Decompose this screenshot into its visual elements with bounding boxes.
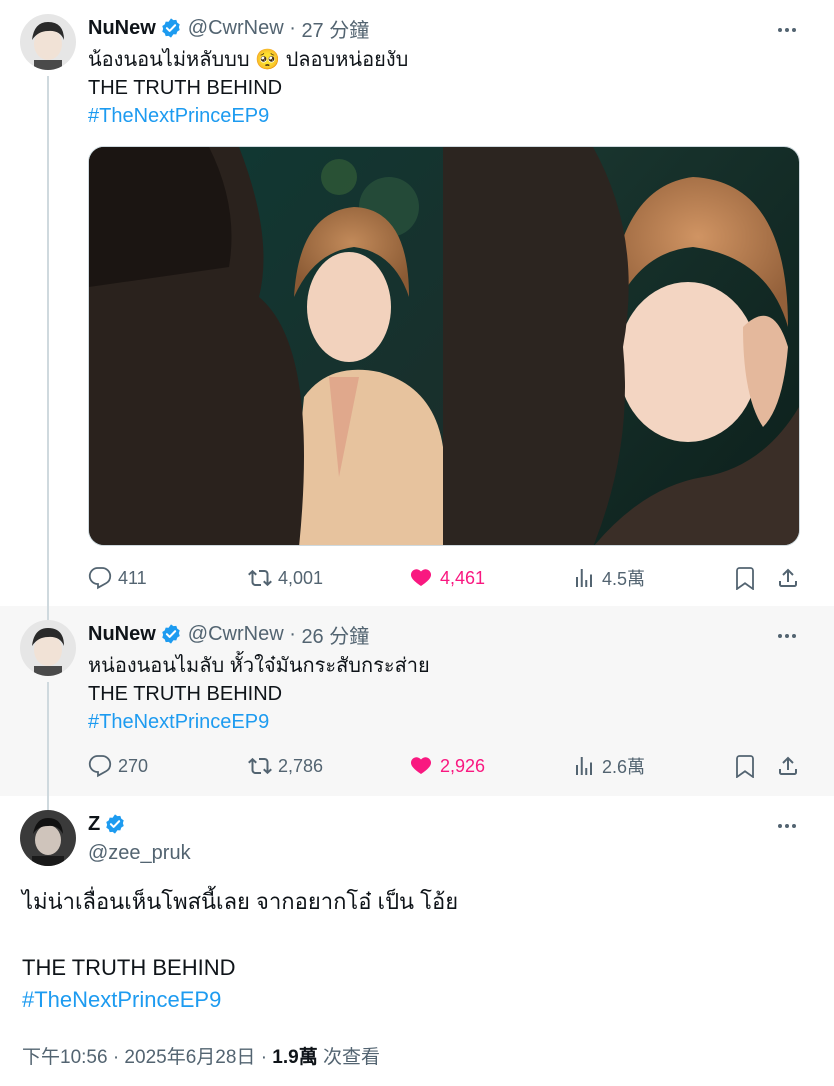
- hashtag-link[interactable]: #TheNextPrinceEP9: [22, 984, 236, 1016]
- views-count: 4.5萬: [602, 569, 646, 589]
- tweet-time[interactable]: 27 分鐘: [301, 14, 369, 43]
- reply-count: 270: [118, 755, 149, 776]
- thread-connector: [47, 682, 49, 796]
- like-count: 4,461: [440, 567, 486, 588]
- views-button[interactable]: 2.6萬: [572, 751, 645, 781]
- retweet-button[interactable]: 2,786: [248, 751, 323, 781]
- avatar[interactable]: [20, 14, 76, 70]
- like-count: 2,926: [440, 755, 486, 776]
- retweet-button[interactable]: 4,001: [248, 563, 323, 593]
- bookmark-icon: [736, 755, 754, 778]
- tweet-text: ไม่น่าเลื่อนเห็นโพสนี้เลย จากอยากโอ๋ เป็…: [22, 886, 458, 918]
- media-grid[interactable]: [88, 146, 800, 546]
- action-bar: 411 4,001 4,461 4.5萬: [88, 563, 800, 593]
- tweet-meta: 下午10:56 · 2025年6月28日 · 1.9萬 次查看: [22, 1042, 380, 1069]
- retweet-icon: [248, 569, 272, 587]
- tweet-text: หน่องนอนไมลับ หั้วใจ๋มันกระสับกระส่าย TH…: [88, 652, 430, 736]
- thread-tweet-2[interactable]: NuNew @CwrNew · 26 分鐘 หน่องนอนไมลับ หั้ว…: [0, 606, 834, 796]
- bookmark-button[interactable]: [733, 563, 763, 593]
- bookmark-button[interactable]: [733, 751, 763, 781]
- more-icon[interactable]: [774, 17, 800, 43]
- bookmark-icon: [736, 567, 754, 590]
- avatar[interactable]: [20, 620, 76, 676]
- views-count: 2.6萬: [602, 757, 646, 777]
- tweet-time[interactable]: 26 分鐘: [301, 620, 369, 649]
- author-handle[interactable]: @CwrNew: [188, 623, 284, 646]
- like-icon: [410, 569, 432, 586]
- retweet-icon: [248, 757, 272, 775]
- views-icon: [576, 569, 592, 587]
- thread-connector: [47, 796, 49, 810]
- timestamp[interactable]: 下午10:56 · 2025年6月28日: [22, 1047, 255, 1068]
- reply-button[interactable]: 270: [88, 751, 148, 781]
- views-icon: [576, 757, 592, 775]
- tweet-text-line: THE TRUTH BEHIND: [88, 683, 283, 705]
- like-icon: [410, 757, 432, 774]
- action-bar: 270 2,786 2,926 2.6萬: [88, 751, 800, 781]
- like-button[interactable]: 4,461: [410, 563, 485, 593]
- reply-count: 411: [118, 567, 147, 588]
- tweet-text: THE TRUTH BEHIND #TheNextPrinceEP9: [22, 952, 236, 1016]
- author-handle[interactable]: @zee_pruk: [88, 842, 191, 865]
- author-name[interactable]: NuNew: [88, 623, 156, 646]
- reply-icon: [88, 567, 112, 590]
- author-name[interactable]: Z: [88, 813, 100, 836]
- reply-icon: [88, 755, 112, 778]
- more-icon[interactable]: [774, 813, 800, 839]
- reply-button[interactable]: 411: [88, 563, 147, 593]
- tweet-text-line: ไม่น่าเลื่อนเห็นโพสนี้เลย จากอยากโอ๋ เป็…: [22, 889, 459, 914]
- share-button[interactable]: [776, 751, 806, 781]
- like-button[interactable]: 2,926: [410, 751, 485, 781]
- verified-badge-icon: [106, 814, 124, 834]
- avatar[interactable]: [20, 810, 76, 866]
- separator-dot: ·: [283, 16, 302, 39]
- share-button[interactable]: [776, 563, 806, 593]
- retweet-count: 2,786: [278, 755, 324, 776]
- thread-tweet-1[interactable]: NuNew @CwrNew · 27 分鐘 น้องนอนไม่หลับบบ 🥺…: [0, 0, 834, 606]
- tweet-text: น้องนอนไม่หลับบบ 🥺 ปลอบหน่อยงับ THE TRUT…: [88, 46, 408, 130]
- tweet-text-line: THE TRUTH BEHIND: [88, 77, 283, 99]
- photo-1[interactable]: [89, 147, 443, 545]
- verified-badge-icon: [162, 624, 180, 644]
- share-icon: [779, 756, 797, 775]
- author-handle[interactable]: @CwrNew: [188, 17, 284, 40]
- author-name[interactable]: NuNew: [88, 17, 156, 40]
- views-label: 次查看: [323, 1047, 381, 1068]
- hashtag-link[interactable]: #TheNextPrinceEP9: [88, 708, 430, 736]
- more-icon[interactable]: [774, 623, 800, 649]
- separator-dot: ·: [260, 1047, 273, 1068]
- retweet-count: 4,001: [278, 567, 324, 588]
- views-count: 1.9萬: [272, 1047, 318, 1068]
- views-button[interactable]: 4.5萬: [572, 563, 645, 593]
- tweet-text-line: น้องนอนไม่หลับบบ 🥺 ปลอบหน่อยงับ: [88, 49, 409, 71]
- tweet-text-line: หน่องนอนไมลับ หั้วใจ๋มันกระสับกระส่าย: [88, 655, 430, 677]
- photo-2[interactable]: [443, 147, 799, 545]
- thread-connector: [47, 76, 49, 606]
- tweet-text-line: THE TRUTH BEHIND: [22, 955, 236, 980]
- main-tweet: Z @zee_pruk ไม่น่าเลื่อนเห็นโพสนี้เลย จา…: [0, 796, 834, 1086]
- share-icon: [779, 568, 797, 587]
- verified-badge-icon: [162, 18, 180, 38]
- separator-dot: ·: [283, 622, 302, 645]
- thread-connector: [47, 606, 49, 620]
- hashtag-link[interactable]: #TheNextPrinceEP9: [88, 102, 408, 130]
